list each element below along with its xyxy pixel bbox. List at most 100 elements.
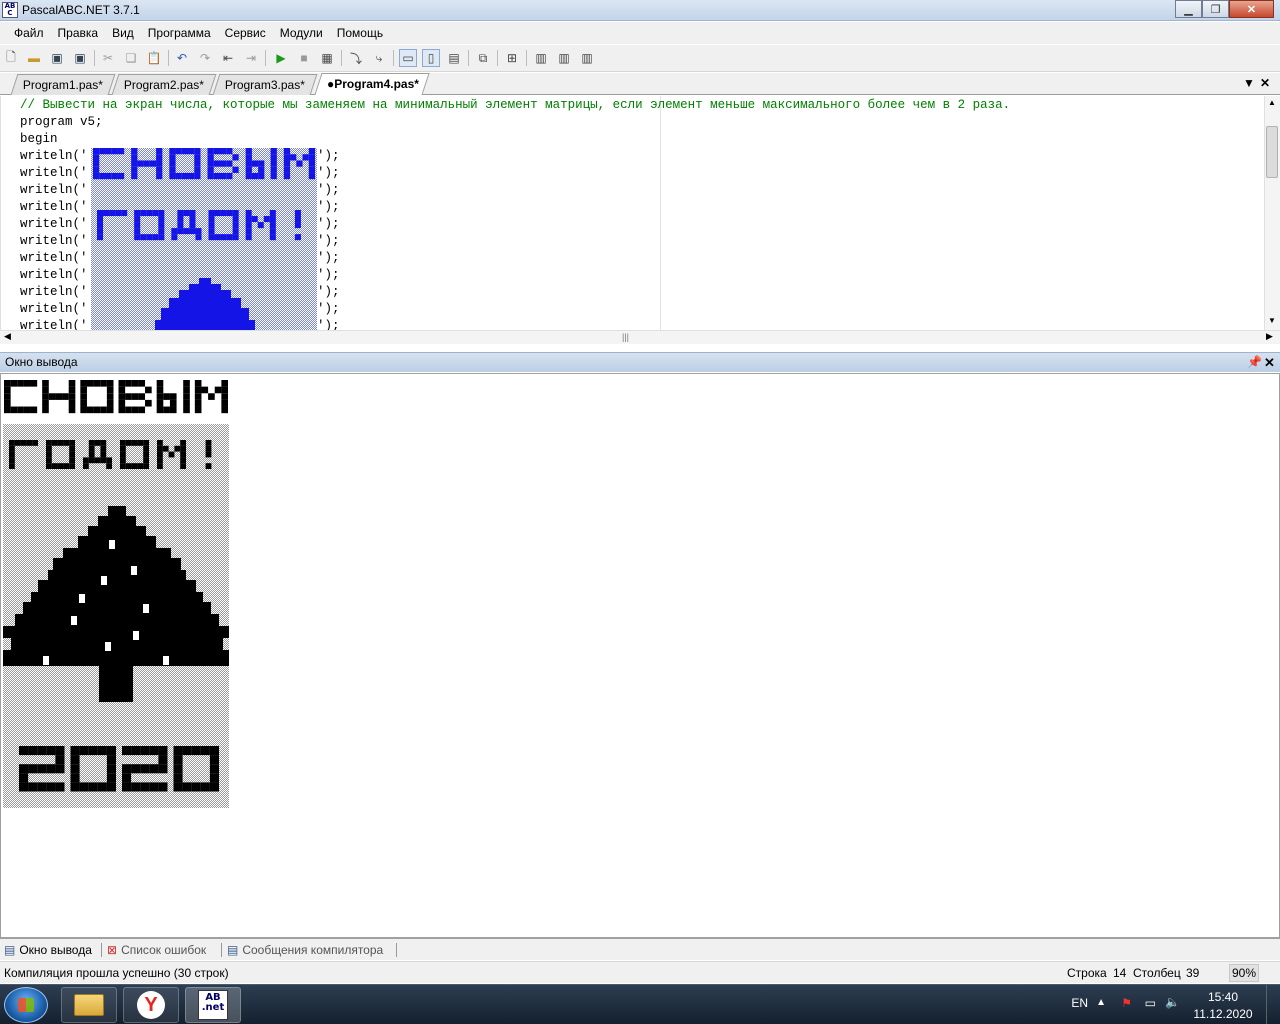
module3-icon[interactable]: ▥ [578,49,596,67]
art-pixel [46,746,56,756]
writeln-prefix: writeln(' [20,268,88,282]
copy-icon[interactable]: ❏ [122,49,140,67]
output-window-toggle-icon[interactable]: ▭ [399,49,417,67]
art-pixel [106,782,116,792]
show-desktop-button[interactable] [1266,985,1280,1024]
art-pixel [83,463,89,469]
redo-icon[interactable]: ↷ [196,49,214,67]
output-window[interactable] [0,373,1280,938]
maximize-button[interactable]: ❐ [1202,0,1229,18]
stop-icon[interactable]: ■ [295,49,313,67]
close-tab-icon[interactable]: ✕ [1260,76,1270,90]
art-pixel [88,445,95,452]
taskbar-explorer[interactable] [61,987,117,1023]
open-folder-icon[interactable]: ▬ [25,49,43,67]
art-pixel [68,399,76,407]
format-code-icon[interactable]: ⧉ [474,49,492,67]
network-icon[interactable]: ▭ [1145,996,1156,1010]
art-pixel [207,166,214,173]
art-pixel [209,755,219,765]
clock-date[interactable]: 11.12.2020 [1187,1007,1259,1021]
art-pixel [214,386,222,394]
module2-icon[interactable]: ▥ [555,49,573,67]
art-pixel [245,210,252,217]
art-pixel [201,386,209,394]
art-pixel [80,386,87,394]
paste-icon[interactable]: 📋 [145,49,163,67]
art-pixel [125,463,132,469]
art-pixel [169,393,177,400]
art-pixel [23,406,31,414]
pin-icon[interactable]: 📌 [1247,355,1262,369]
debug-toggle-icon[interactable]: ▯ [422,49,440,67]
art-pixel [69,463,75,469]
compile-icon[interactable]: ▦ [318,49,336,67]
art-pixel [131,406,139,414]
art-pixel [143,463,149,469]
art-pixel [226,148,233,155]
menu-service[interactable]: Сервис [218,22,273,44]
art-pixel [106,406,114,414]
art-pixel [23,380,31,387]
tree-ornament [105,642,111,651]
language-indicator[interactable]: EN [1071,996,1088,1010]
indent-right-icon[interactable]: ⇥ [242,49,260,67]
menu-modules[interactable]: Модули [273,22,330,44]
form-designer-icon[interactable]: ⊞ [503,49,521,67]
art-pixel [205,445,212,452]
save-all-icon[interactable]: ▣ [71,49,89,67]
menu-file[interactable]: Файл [7,22,51,44]
start-button[interactable] [4,987,48,1023]
code-editor[interactable]: // Вывести на экран числа, которые мы за… [0,96,1280,330]
tab-program3[interactable]: Program3.pas* [212,74,318,95]
art-pixel [97,234,104,241]
menu-view[interactable]: Вид [105,22,141,44]
action-center-icon[interactable]: ⚑ [1121,996,1132,1010]
run-icon[interactable]: ▶ [272,49,290,67]
editor-vertical-scrollbar[interactable]: ▲ ▼ [1264,96,1280,330]
menu-edit[interactable]: Правка [51,22,106,44]
tab-output-window[interactable]: ▤ Окно вывода [4,941,92,960]
taskbar-yandex-browser[interactable]: Y [123,987,179,1023]
close-pane-icon[interactable]: ✕ [1264,355,1275,371]
menu-help[interactable]: Помощь [330,22,390,44]
step-over-icon[interactable]: ⤷ [370,49,388,67]
tab-compiler-messages[interactable]: ▤ Сообщения компилятора [227,941,383,960]
editor-scroll-thumb[interactable] [1266,126,1278,178]
tab-program2[interactable]: Program2.pas* [111,74,217,95]
tab-program4[interactable]: ●Program4.pas* [314,73,430,95]
new-file-icon[interactable]: 🗋 [2,49,20,67]
art-pixel [140,764,150,774]
volume-icon[interactable]: 🔈 [1165,995,1180,1009]
step-into-icon[interactable]: ⤵ [347,49,365,67]
taskbar-pascalabc[interactable]: AB .net [185,987,241,1023]
indent-left-icon[interactable]: ⇤ [219,49,237,67]
undo-icon[interactable]: ↶ [173,49,191,67]
art-pixel [37,764,47,774]
save-icon[interactable]: ▣ [48,49,66,67]
tree-ornament [133,631,139,640]
tab-program1[interactable]: Program1.pas* [10,74,116,95]
editor-horizontal-scrollbar[interactable]: ◀ ||| ▶ [0,330,1280,344]
art-pixel [189,228,196,235]
zoom-level[interactable]: 90% [1229,964,1259,982]
code-line-begin: begin [20,132,58,146]
art-pixel [69,457,75,464]
art-pixel [137,160,144,167]
clock-time[interactable]: 15:40 [1193,990,1253,1004]
show-hidden-icons-icon[interactable]: ▲ [1096,997,1106,1008]
row-value: 14 [1113,966,1127,980]
module-icon[interactable]: ▥ [532,49,550,67]
art-pixel [189,210,196,217]
art-pixel [57,463,64,469]
menu-program[interactable]: Программа [141,22,218,44]
tab-error-list[interactable]: ⊠ Список ошибок [107,941,206,960]
minimize-button[interactable]: ▁ [1175,0,1202,18]
watch-icon[interactable]: ▤ [445,49,463,67]
tree-tip [199,278,211,284]
art-pixel [145,386,152,394]
art-pixel [97,746,107,756]
close-button[interactable]: ✕ [1229,0,1274,18]
cut-icon[interactable]: ✂ [99,49,117,67]
tab-list-dropdown-icon[interactable]: ▼ [1243,76,1255,90]
